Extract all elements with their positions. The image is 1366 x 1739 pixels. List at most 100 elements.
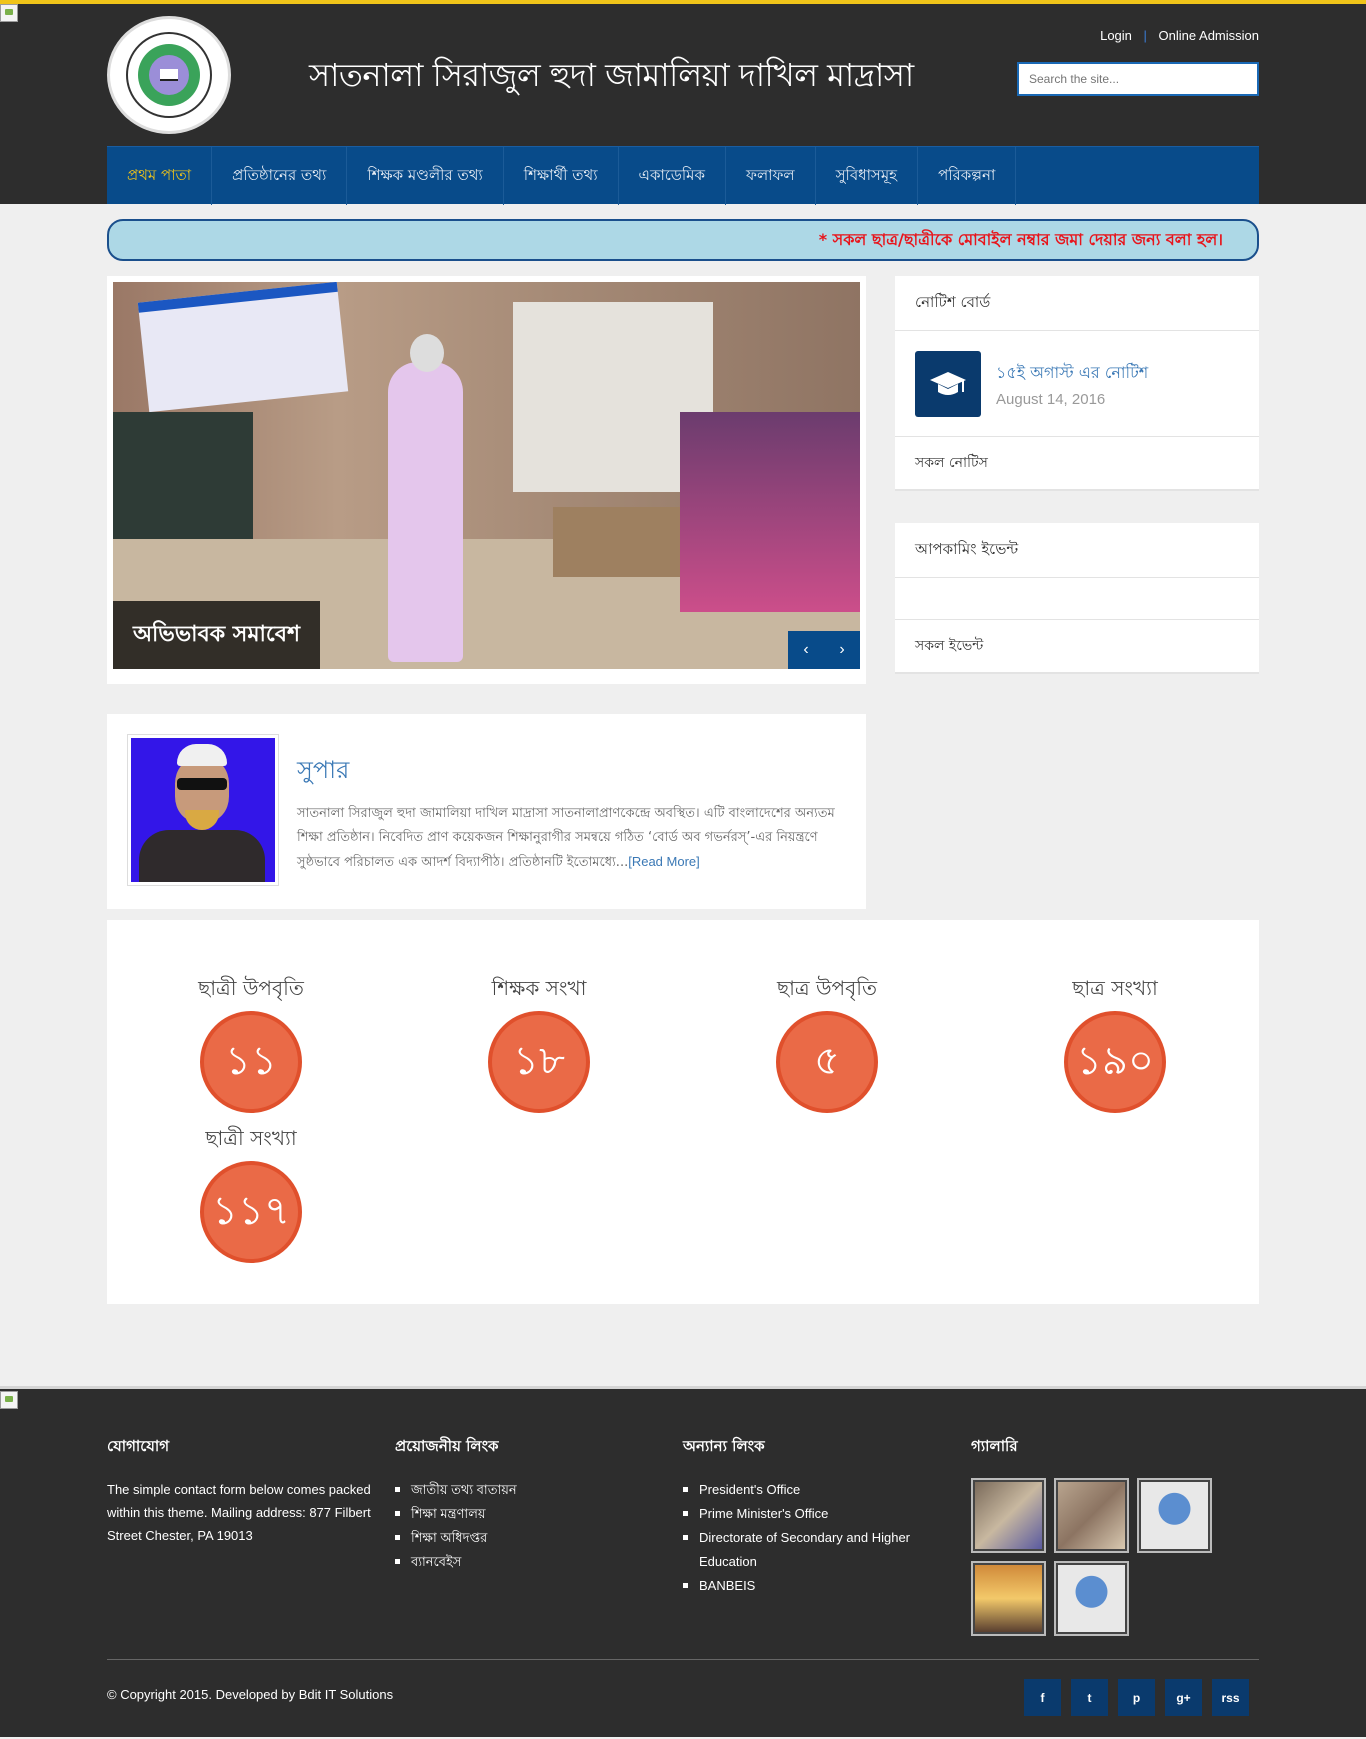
stat-value: ১৯০ [1064, 1011, 1166, 1113]
content-row: অভিভাবক সমাবেশ ‹ › সুপার সাতনালা সিরাজুল… [107, 276, 1259, 909]
search-input[interactable] [1017, 62, 1259, 96]
other-links-list: President's Office Prime Minister's Offi… [683, 1478, 923, 1598]
all-notices-link[interactable]: সকল নোটিস [895, 437, 1259, 491]
nav-item-plans[interactable]: পরিকল্পনা [918, 147, 1017, 205]
superintendent-box: সুপার সাতনালা সিরাজুল হুদা জামালিয়া দাখ… [107, 714, 866, 909]
footer-contact: যোগাযোগ The simple contact form below co… [107, 1435, 395, 1636]
footer-other-links-title: অন্যান্য লিংক [683, 1437, 765, 1455]
useful-link-education-directorate[interactable]: শিক্ষা অধিদপ্তর [395, 1526, 683, 1550]
notice-board-title: নোটিশ বোর্ড [895, 276, 1259, 331]
useful-links-list: জাতীয় তথ্য বাতায়ন শিক্ষা মন্ত্রণালয় শ… [395, 1478, 683, 1574]
read-more-link[interactable]: [Read More] [628, 854, 700, 869]
gallery-thumb-imac[interactable] [1054, 1561, 1129, 1636]
gallery-thumb-classroom[interactable] [971, 1478, 1046, 1553]
stat-value: ১৮ [488, 1011, 590, 1113]
superintendent-portrait [131, 738, 275, 882]
footer-useful-links: প্রয়োজনীয় লিংক জাতীয় তথ্য বাতায়ন শিক… [395, 1435, 683, 1636]
stat-female-stipend: ছাত্রী উপবৃতি ১১ [151, 974, 351, 1113]
superintendent-text: সুপার সাতনালা সিরাজুল হুদা জামালিয়া দাখ… [297, 734, 846, 889]
events-title: আপকামিং ইভেন্ট [895, 523, 1259, 578]
stat-value: ৫ [776, 1011, 878, 1113]
superintendent-description: সাতনালা সিরাজুল হুদা জামালিয়া দাখিল মাদ… [297, 802, 846, 875]
stat-label: ছাত্র সংখ্যা [1072, 976, 1158, 1000]
main-nav: প্রথম পাতা প্রতিষ্ঠানের তথ্য শিক্ষক মণ্ড… [107, 146, 1259, 205]
stat-teacher-count: শিক্ষক সংখা ১৮ [439, 974, 639, 1113]
all-events-link[interactable]: সকল ইভেন্ট [895, 620, 1259, 674]
stats-section: ছাত্রী উপবৃতি ১১ শিক্ষক সংখা ১৮ ছাত্র উপ… [107, 920, 1259, 1304]
chevron-right-icon[interactable]: › [839, 641, 844, 659]
nav-item-academic[interactable]: একাডেমিক [619, 147, 726, 205]
twitter-icon[interactable]: t [1071, 1679, 1108, 1716]
nav-item-results[interactable]: ফলাফল [726, 147, 816, 205]
stat-value: ১১ [200, 1011, 302, 1113]
slide-caption: অভিভাবক সমাবেশ [113, 601, 321, 669]
other-link-prime-ministers-office[interactable]: Prime Minister's Office [683, 1502, 923, 1526]
image-slider[interactable]: অভিভাবক সমাবেশ ‹ › [113, 282, 860, 669]
gallery-thumb-imac[interactable] [1137, 1478, 1212, 1553]
stat-male-count: ছাত্র সংখ্যা ১৯০ [1015, 974, 1215, 1113]
social-links: f t p g+ rss [1024, 1679, 1249, 1716]
slide-photo-person [388, 334, 463, 662]
footer-useful-links-title: প্রয়োজনীয় লিংক [395, 1437, 499, 1455]
slide-photo-banner [137, 282, 349, 413]
broken-image-icon [0, 4, 18, 22]
events-widget: আপকামিং ইভেন্ট সকল ইভেন্ট [895, 523, 1259, 674]
events-list-empty [895, 578, 1259, 620]
notice-board-widget: নোটিশ বোর্ড ১৫ই অগাস্ট এর নোটিশ August 1… [895, 276, 1259, 491]
other-link-dshe[interactable]: Directorate of Secondary and Higher Educ… [683, 1526, 923, 1574]
site-header: সাতনালা সিরাজুল হুদা জামালিয়া দাখিল মাদ… [0, 0, 1366, 205]
stat-label: ছাত্রী সংখ্যা [205, 1126, 297, 1150]
nav-item-facilities[interactable]: সুবিধাসমূহ [816, 147, 919, 205]
nav-item-teachers-info[interactable]: শিক্ষক মণ্ডলীর তথ্য [347, 147, 504, 205]
gallery-thumb-sunset[interactable] [971, 1561, 1046, 1636]
slide-arrows: ‹ › [788, 631, 860, 669]
footer-columns: যোগাযোগ The simple contact form below co… [107, 1435, 1259, 1636]
superintendent-photo [127, 734, 279, 886]
ticker-text: * সকল ছাত্র/ছাত্রীকে মোবাইল নম্বার জমা দ… [818, 229, 1223, 249]
footer-gallery-title: গ্যালারি [971, 1437, 1018, 1455]
online-admission-link[interactable]: Online Admission [1159, 28, 1259, 43]
superintendent-description-text: সাতনালা সিরাজুল হুদা জামালিয়া দাখিল মাদ… [297, 806, 835, 870]
notice-item[interactable]: ১৫ই অগাস্ট এর নোটিশ August 14, 2016 [895, 331, 1259, 437]
login-link[interactable]: Login [1100, 28, 1132, 43]
logo-ring [126, 32, 212, 118]
sidebar: নোটিশ বোর্ড ১৫ই অগাস্ট এর নোটিশ August 1… [895, 276, 1259, 909]
logo-emblem [138, 44, 200, 106]
chevron-left-icon[interactable]: ‹ [803, 641, 808, 659]
top-links-separator: | [1143, 28, 1147, 43]
notice-ticker: * সকল ছাত্র/ছাত্রীকে মোবাইল নম্বার জমা দ… [107, 219, 1259, 261]
site-logo[interactable] [107, 16, 231, 134]
rss-icon[interactable]: rss [1212, 1679, 1249, 1716]
nav-item-students-info[interactable]: শিক্ষার্থী তথ্য [504, 147, 619, 205]
useful-link-banbeis[interactable]: ব্যানবেইস [395, 1550, 683, 1574]
broken-image-icon [0, 1391, 18, 1409]
portrait-glasses [177, 778, 227, 790]
facebook-icon[interactable]: f [1024, 1679, 1061, 1716]
site-title[interactable]: সাতনালা সিরাজুল হুদা জামালিয়া দাখিল মাদ… [309, 50, 914, 104]
notice-title[interactable]: ১৫ই অগাস্ট এর নোটিশ [996, 360, 1148, 387]
gallery-thumb-meeting[interactable] [1054, 1478, 1129, 1553]
portrait-beard [185, 810, 219, 830]
superintendent-title[interactable]: সুপার [297, 752, 846, 792]
stat-label: ছাত্রী উপবৃতি [198, 976, 304, 1000]
nav-item-home[interactable]: প্রথম পাতা [107, 147, 213, 205]
notice-text: ১৫ই অগাস্ট এর নোটিশ August 14, 2016 [996, 360, 1148, 408]
site-footer: যোগাযোগ The simple contact form below co… [0, 1386, 1366, 1737]
google-plus-icon[interactable]: g+ [1165, 1679, 1202, 1716]
slide-photo-students [680, 412, 860, 612]
useful-link-national-portal[interactable]: জাতীয় তথ্য বাতায়ন [395, 1478, 683, 1502]
copyright-text: © Copyright 2015. Developed by Bdit IT S… [107, 1687, 394, 1702]
nav-item-institution-info[interactable]: প্রতিষ্ঠানের তথ্য [212, 147, 348, 205]
other-link-banbeis[interactable]: BANBEIS [683, 1574, 923, 1598]
pinterest-icon[interactable]: p [1118, 1679, 1155, 1716]
useful-link-education-ministry[interactable]: শিক্ষা মন্ত্রণালয় [395, 1502, 683, 1526]
stat-female-count: ছাত্রী সংখ্যা ১১৭ [151, 1124, 351, 1263]
portrait-body [139, 830, 265, 882]
other-link-presidents-office[interactable]: President's Office [683, 1478, 923, 1502]
top-links: Login | Online Admission [1100, 28, 1259, 43]
book-icon [160, 69, 178, 81]
stat-label: ছাত্র উপবৃতি [777, 976, 877, 1000]
gallery-grid [971, 1478, 1221, 1636]
footer-other-links: অন্যান্য লিংক President's Office Prime M… [683, 1435, 971, 1636]
logo-core [149, 55, 189, 95]
